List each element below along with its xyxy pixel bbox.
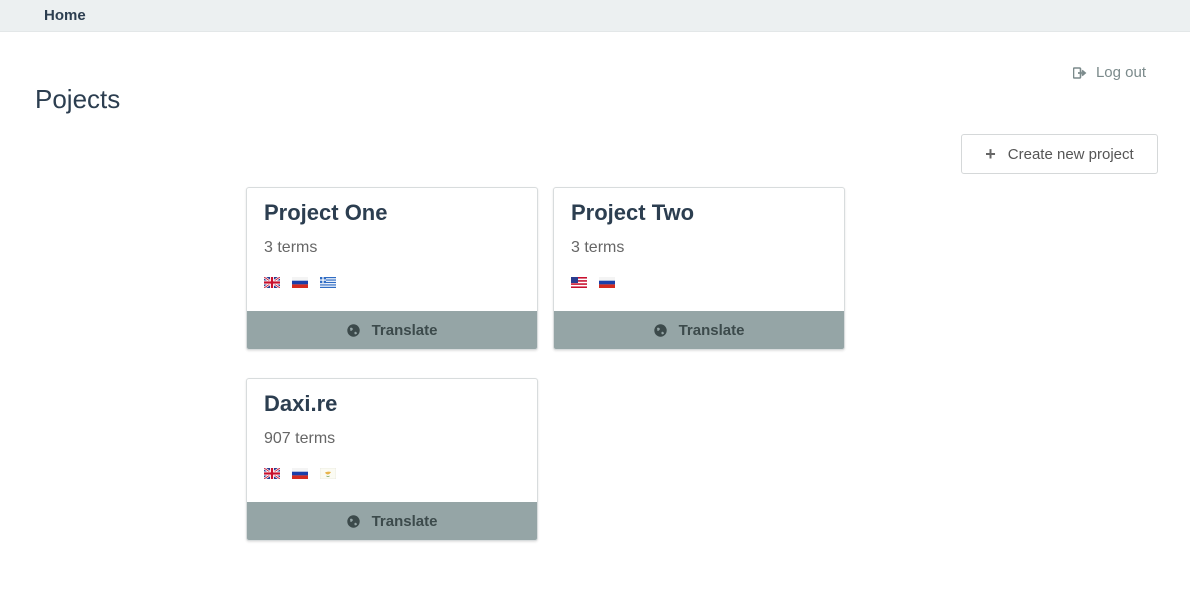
project-name[interactable]: Daxi.re [264, 391, 337, 417]
project-name[interactable]: Project Two [571, 200, 694, 226]
globe-icon [346, 514, 360, 528]
us-flag-icon [571, 277, 587, 288]
gb-flag-icon [264, 277, 280, 288]
translate-button[interactable]: Translate [554, 311, 844, 349]
project-terms-count: 3 terms [264, 239, 318, 256]
translate-label: Translate [371, 512, 438, 530]
project-card: Project Two 3 terms Translate [553, 187, 845, 350]
translate-label: Translate [678, 321, 745, 339]
language-flags [264, 468, 336, 479]
globe-icon [653, 323, 667, 337]
translate-button[interactable]: Translate [247, 311, 537, 349]
ru-flag-icon [292, 277, 308, 288]
logout-label: Log out [1095, 64, 1146, 81]
create-project-button[interactable]: + Create new project [961, 134, 1158, 174]
project-name[interactable]: Project One [264, 200, 387, 226]
cy-flag-icon [320, 468, 336, 479]
top-navbar: Home [0, 0, 1190, 32]
translate-button[interactable]: Translate [247, 502, 537, 540]
gb-flag-icon [264, 468, 280, 479]
language-flags [264, 277, 336, 288]
page-title: Pojects [35, 84, 121, 114]
ru-flag-icon [292, 468, 308, 479]
project-card: Daxi.re 907 terms Translate [246, 378, 538, 541]
globe-icon [346, 323, 360, 337]
language-flags [571, 277, 615, 288]
create-project-label: Create new project [1007, 145, 1134, 163]
project-terms-count: 3 terms [571, 239, 625, 256]
project-terms-count: 907 terms [264, 430, 336, 447]
project-card: Project One 3 terms Translate [246, 187, 538, 350]
gr-flag-icon [320, 277, 336, 288]
ru-flag-icon [599, 277, 615, 288]
sign-out-icon [1072, 66, 1087, 79]
translate-label: Translate [371, 321, 438, 339]
plus-icon: + [985, 144, 996, 164]
nav-home-link[interactable]: Home [44, 7, 86, 24]
logout-link[interactable]: Log out [1072, 64, 1146, 81]
